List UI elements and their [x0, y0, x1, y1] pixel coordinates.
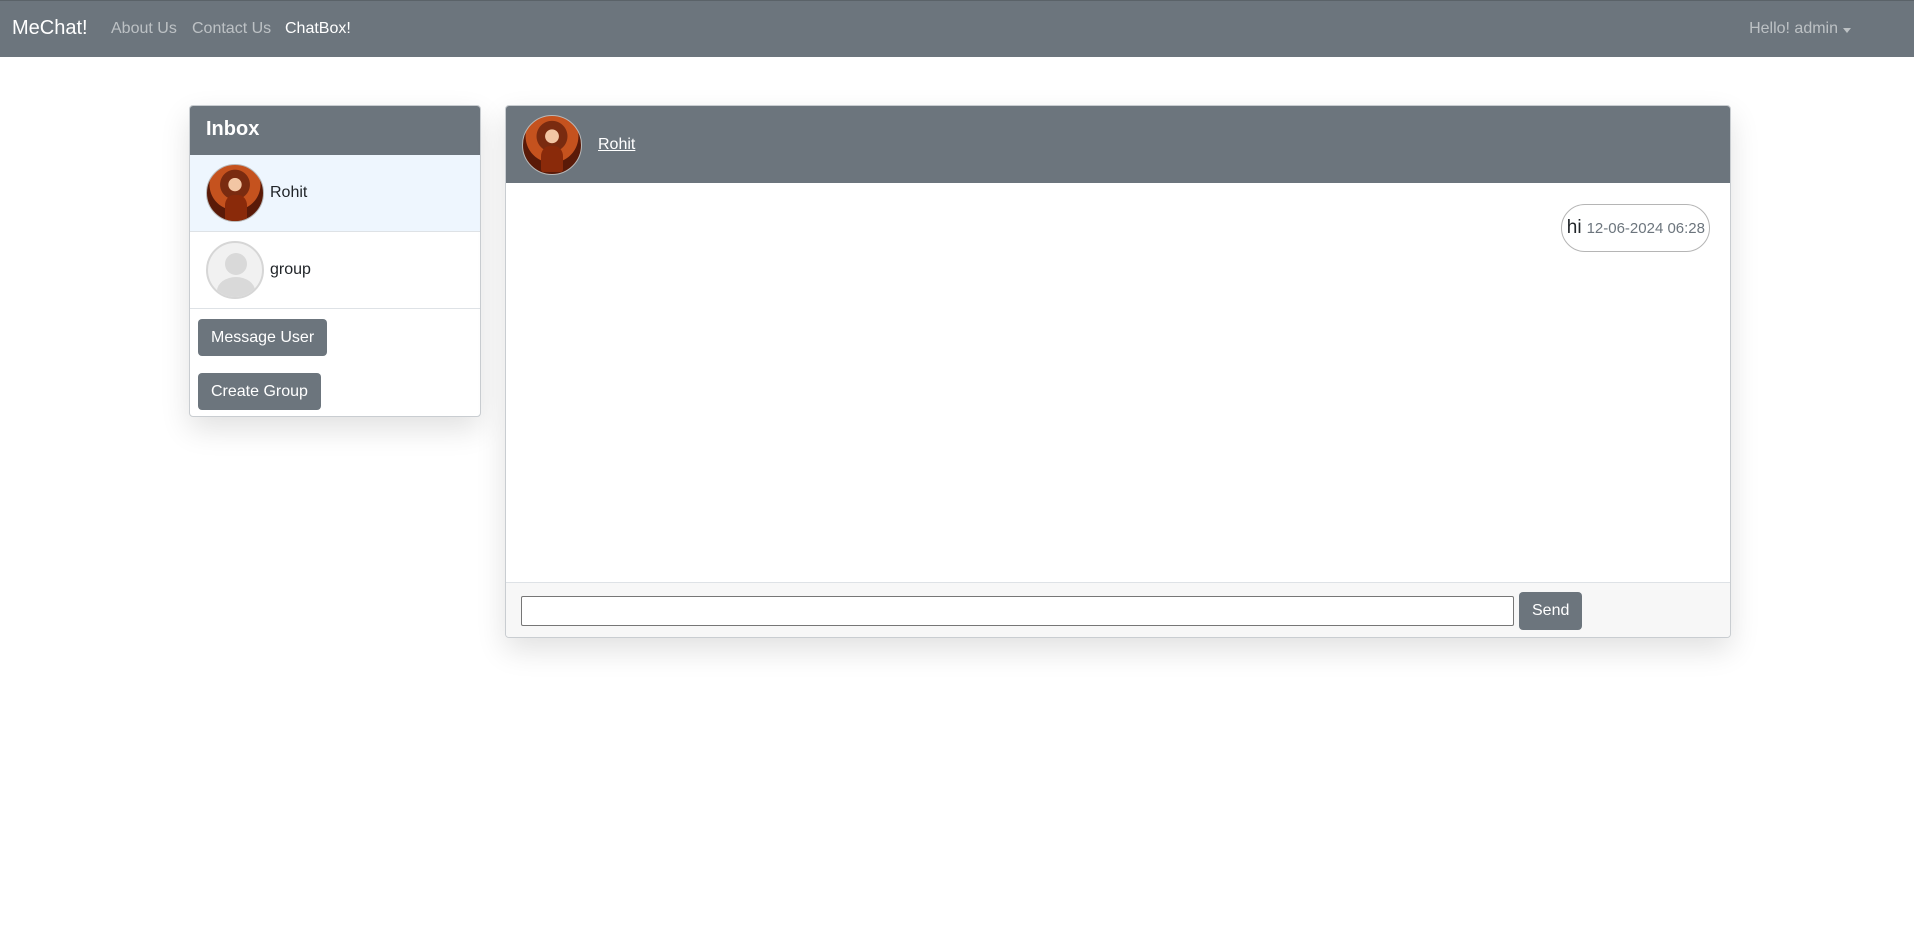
message-input[interactable] — [521, 595, 1514, 626]
send-button[interactable]: Send — [1519, 591, 1583, 630]
navbar: MeChat! About Us Contact Us ChatBox! Hel… — [0, 0, 1914, 57]
message-bubble: hi 12-06-2024 06:28 — [1560, 204, 1710, 252]
brand-link[interactable]: MeChat! — [12, 17, 88, 40]
inbox-actions: Message User Create Group — [190, 309, 480, 410]
user-menu-label: Hello! admin — [1749, 20, 1838, 37]
message-composer: Send — [506, 583, 1730, 637]
inbox-title: Inbox — [190, 106, 480, 155]
message-user-button[interactable]: Message User — [198, 319, 328, 356]
chat-header: Rohit — [506, 106, 1730, 183]
create-group-button[interactable]: Create Group — [198, 373, 321, 410]
default-avatar-icon — [206, 241, 264, 299]
contact-name: group — [270, 261, 311, 278]
chat-panel: Rohit hi 12-06-2024 06:28 Send — [505, 105, 1731, 638]
recipient-name-link[interactable]: Rohit — [598, 136, 635, 154]
contact-item-group[interactable]: group — [190, 232, 480, 309]
message-text: hi — [1566, 217, 1582, 238]
contact-name: Rohit — [270, 184, 308, 201]
message-list[interactable]: hi 12-06-2024 06:28 — [506, 183, 1730, 583]
caret-down-icon — [1843, 27, 1851, 33]
message-timestamp: 12-06-2024 06:28 — [1586, 219, 1705, 237]
user-avatar-icon — [206, 164, 264, 222]
nav-link-contact-us[interactable]: Contact Us — [192, 20, 271, 38]
user-menu-dropdown[interactable]: Hello! admin — [1749, 20, 1851, 38]
recipient-avatar-icon — [522, 114, 582, 175]
contact-item-rohit[interactable]: Rohit — [190, 155, 480, 232]
nav-link-about-us[interactable]: About Us — [111, 20, 177, 38]
nav-link-chatbox[interactable]: ChatBox! — [285, 20, 351, 38]
inbox-panel: Inbox Rohit group Message User Create Gr… — [189, 105, 481, 417]
